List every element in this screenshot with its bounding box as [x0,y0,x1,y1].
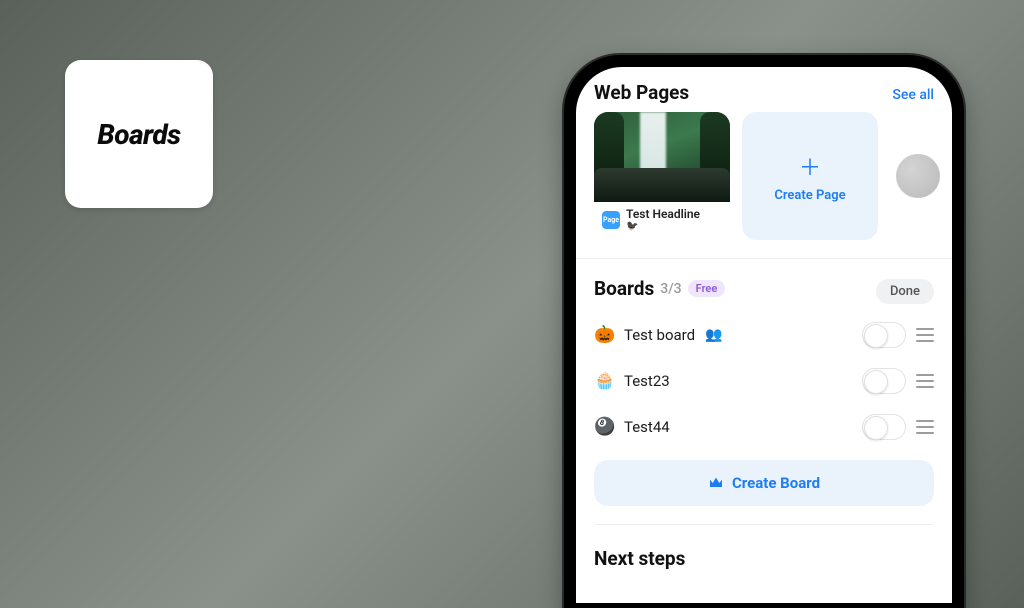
board-row: 🎱 Test44 [594,404,934,450]
create-board-label: Create Board [732,474,820,492]
page-thumbnail [594,112,730,202]
create-page-card[interactable]: ＋ Create Page [742,112,878,240]
phone-frame: Web Pages See all Page Test Headline 🐦‍⬛ [564,55,964,608]
page-bird-icon: 🐦‍⬛ [626,222,700,232]
boards-title-wrap: Boards 3/3 Free [594,277,725,300]
tier-badge: Free [688,280,726,297]
drag-handle-icon[interactable] [916,374,934,388]
page-card-footer: Page Test Headline 🐦‍⬛ [594,202,730,240]
people-icon: 👥 [705,327,722,343]
see-all-link[interactable]: See all [892,87,934,103]
next-steps-title: Next steps [576,525,952,570]
boards-count: 3/3 [660,281,681,297]
board-name[interactable]: Test23 [624,372,670,390]
board-row: 🎃 Test board 👥 [594,312,934,358]
create-page-label: Create Page [774,188,845,203]
drag-handle-icon[interactable] [916,328,934,342]
boards-header: Boards 3/3 Free Done [594,277,934,304]
board-name[interactable]: Test board [624,326,695,344]
webpages-title: Web Pages [594,81,689,104]
board-emoji: 🎃 [594,325,614,345]
drag-handle-icon[interactable] [916,420,934,434]
phone-screen: Web Pages See all Page Test Headline 🐦‍⬛ [576,67,952,603]
webpages-row: Page Test Headline 🐦‍⬛ ＋ Create Page [594,112,934,240]
section-divider [576,258,952,259]
boards-title: Boards [594,277,654,300]
page-app-icon: Page [602,211,620,229]
board-name[interactable]: Test44 [624,418,670,436]
board-toggle[interactable] [862,414,906,440]
board-toggle[interactable] [862,368,906,394]
app-icon-label: Boards [97,118,180,151]
crown-icon [708,475,724,491]
create-board-button[interactable]: Create Board [594,460,934,506]
board-toggle[interactable] [862,322,906,348]
app-icon-badge: Boards [65,60,213,208]
page-card[interactable]: Page Test Headline 🐦‍⬛ [594,112,730,240]
board-emoji: 🎱 [594,417,614,437]
board-emoji: 🧁 [594,371,614,391]
boards-section: Boards 3/3 Free Done 🎃 Test board 👥 🧁 Te… [576,277,952,450]
board-row: 🧁 Test23 [594,358,934,404]
plus-icon: ＋ [799,150,821,182]
peek-item[interactable] [896,154,940,198]
webpages-header: Web Pages See all [594,81,934,104]
done-button[interactable]: Done [876,279,934,304]
webpages-section: Web Pages See all Page Test Headline 🐦‍⬛ [576,81,952,240]
page-headline: Test Headline [626,208,700,220]
